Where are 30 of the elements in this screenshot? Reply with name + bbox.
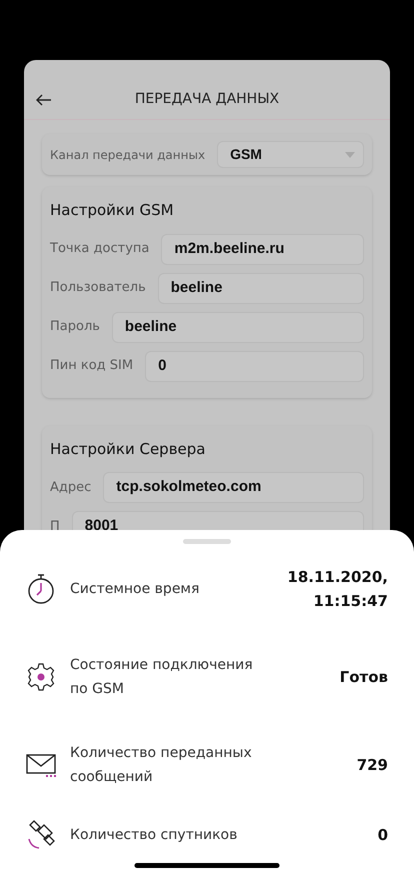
status-value: Готов bbox=[340, 667, 388, 688]
field-label: Адрес bbox=[50, 478, 92, 497]
back-arrow-icon[interactable] bbox=[36, 94, 52, 106]
dropdown-caret-icon bbox=[345, 152, 355, 158]
input-field[interactable]: 0 bbox=[145, 350, 364, 382]
stopwatch-icon bbox=[26, 573, 56, 605]
status-label: Количество переданных сообщений bbox=[70, 744, 253, 787]
status-label: Количество спутников bbox=[70, 826, 238, 845]
status-label: Системное время bbox=[70, 580, 200, 599]
status-value: 0 bbox=[378, 825, 388, 846]
input-field[interactable]: beeline bbox=[158, 272, 364, 304]
section-title: Настройки GSM bbox=[50, 200, 175, 221]
envelope-icon bbox=[26, 752, 58, 778]
status-value: 18.11.2020, 11:15:47 bbox=[287, 567, 388, 612]
field-label: Пользователь bbox=[50, 279, 146, 298]
screen-title: ПЕРЕДАЧА ДАННЫХ bbox=[134, 90, 280, 109]
channel-dropdown[interactable]: GSM bbox=[217, 141, 364, 168]
status-label: Состояние подключения по GSM bbox=[70, 656, 254, 699]
input-field[interactable]: beeline bbox=[112, 312, 364, 342]
section-title: Настройки Сервера bbox=[50, 438, 206, 460]
drag-handle[interactable] bbox=[183, 539, 231, 544]
field-label: Пин код SIM bbox=[50, 357, 134, 376]
field-label: Канал передачи данных bbox=[50, 146, 206, 164]
input-field[interactable]: m2m.beeline.ru bbox=[161, 234, 364, 264]
input-field[interactable]: tcp.sokolmeteo.com bbox=[103, 472, 364, 503]
field-label: Пароль bbox=[50, 318, 100, 336]
status-value: 729 bbox=[356, 755, 388, 776]
field-label: Точка доступа bbox=[50, 240, 150, 258]
gear-icon bbox=[26, 662, 56, 692]
field-label: П bbox=[50, 518, 60, 536]
